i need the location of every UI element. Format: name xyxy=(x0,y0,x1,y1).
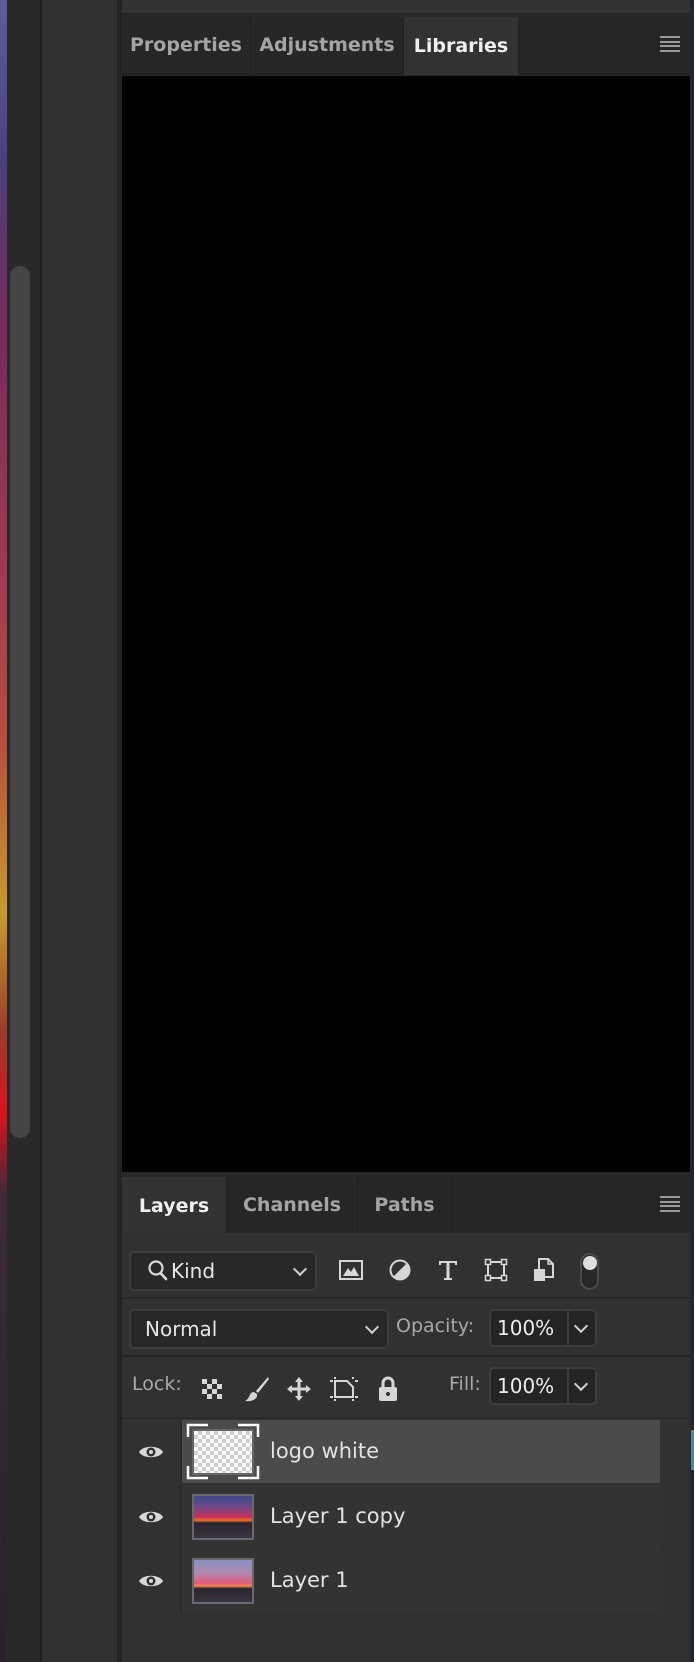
tab-paths[interactable]: Paths xyxy=(358,1177,452,1233)
layer-thumbnail-image xyxy=(192,1558,254,1604)
lock-label: Lock: xyxy=(132,1373,182,1395)
divider xyxy=(122,1297,690,1299)
layer-visibility-toggle[interactable] xyxy=(122,1549,182,1612)
smart-object-filter-icon[interactable] xyxy=(530,1253,558,1287)
shape-layer-filter-icon[interactable] xyxy=(482,1253,510,1287)
divider xyxy=(122,1355,690,1357)
search-icon xyxy=(147,1259,169,1283)
eye-icon xyxy=(139,1511,163,1522)
layers-panel-menu-icon[interactable] xyxy=(660,1196,680,1212)
lock-position-icon[interactable] xyxy=(285,1372,313,1406)
chevron-down-icon xyxy=(292,1261,308,1277)
tab-channels[interactable]: Channels xyxy=(227,1177,358,1233)
filter-toggle-switch[interactable] xyxy=(580,1253,599,1290)
lock-image-pixels-icon[interactable] xyxy=(243,1372,271,1406)
layer-visibility-toggle[interactable] xyxy=(122,1485,182,1548)
layers-tab-bar: Layers Channels Paths xyxy=(122,1177,690,1235)
tab-layers[interactable]: Layers xyxy=(122,1177,227,1235)
libraries-content-area xyxy=(122,76,690,1172)
tab-properties[interactable]: Properties xyxy=(122,17,251,73)
layer-name: Layer 1 copy xyxy=(270,1504,406,1528)
chevron-down-icon xyxy=(364,1319,380,1335)
document-canvas-edge xyxy=(0,0,7,1662)
lock-transparent-pixels-icon[interactable] xyxy=(198,1372,226,1406)
panel-top-strip xyxy=(122,0,690,15)
blend-mode-dropdown[interactable]: Normal xyxy=(129,1309,389,1349)
adjustment-layer-filter-icon[interactable] xyxy=(386,1253,414,1287)
panel-menu-icon[interactable] xyxy=(660,36,680,52)
layer-row-layer-1[interactable]: Layer 1 xyxy=(122,1549,660,1612)
toggle-knob xyxy=(583,1256,597,1270)
vertical-scrollbar-thumb[interactable] xyxy=(10,266,30,1138)
pixel-layer-filter-icon[interactable] xyxy=(337,1253,365,1287)
fill-field[interactable]: 100% xyxy=(489,1367,597,1405)
layer-filter-kind-dropdown[interactable]: Kind xyxy=(129,1251,317,1291)
layer-name: Layer 1 xyxy=(270,1568,349,1592)
eye-icon xyxy=(139,1446,163,1457)
fill-dropdown-chevron-icon[interactable] xyxy=(573,1376,589,1392)
collapsed-panel-dock xyxy=(41,0,120,1662)
divider xyxy=(567,1311,569,1345)
opacity-dropdown-chevron-icon[interactable] xyxy=(573,1318,589,1334)
layer-row-logo-white[interactable]: logo white xyxy=(122,1420,660,1483)
type-layer-filter-icon[interactable] xyxy=(434,1253,462,1287)
properties-tab-bar: Properties Adjustments Libraries xyxy=(122,17,690,75)
divider xyxy=(567,1369,569,1403)
tab-adjustments[interactable]: Adjustments xyxy=(251,17,404,73)
tab-libraries[interactable]: Libraries xyxy=(404,17,519,75)
layer-visibility-toggle[interactable] xyxy=(122,1420,182,1483)
layer-thumbnail-image xyxy=(192,1494,254,1540)
filter-kind-value: Kind xyxy=(171,1259,216,1283)
opacity-field[interactable]: 100% xyxy=(489,1309,597,1347)
opacity-label: Opacity: xyxy=(396,1315,475,1337)
divider xyxy=(122,1417,690,1419)
layer-name: logo white xyxy=(270,1439,380,1463)
eye-icon xyxy=(139,1575,163,1586)
opacity-value: 100% xyxy=(497,1316,555,1340)
layer-row-layer-1-copy[interactable]: Layer 1 copy xyxy=(122,1485,660,1548)
lock-all-icon[interactable] xyxy=(374,1372,402,1406)
fill-value: 100% xyxy=(497,1374,555,1398)
fill-label: Fill: xyxy=(449,1373,481,1395)
selection-brackets-icon xyxy=(186,1423,260,1480)
blend-mode-value: Normal xyxy=(145,1317,218,1341)
lock-artboard-icon[interactable] xyxy=(330,1372,358,1406)
